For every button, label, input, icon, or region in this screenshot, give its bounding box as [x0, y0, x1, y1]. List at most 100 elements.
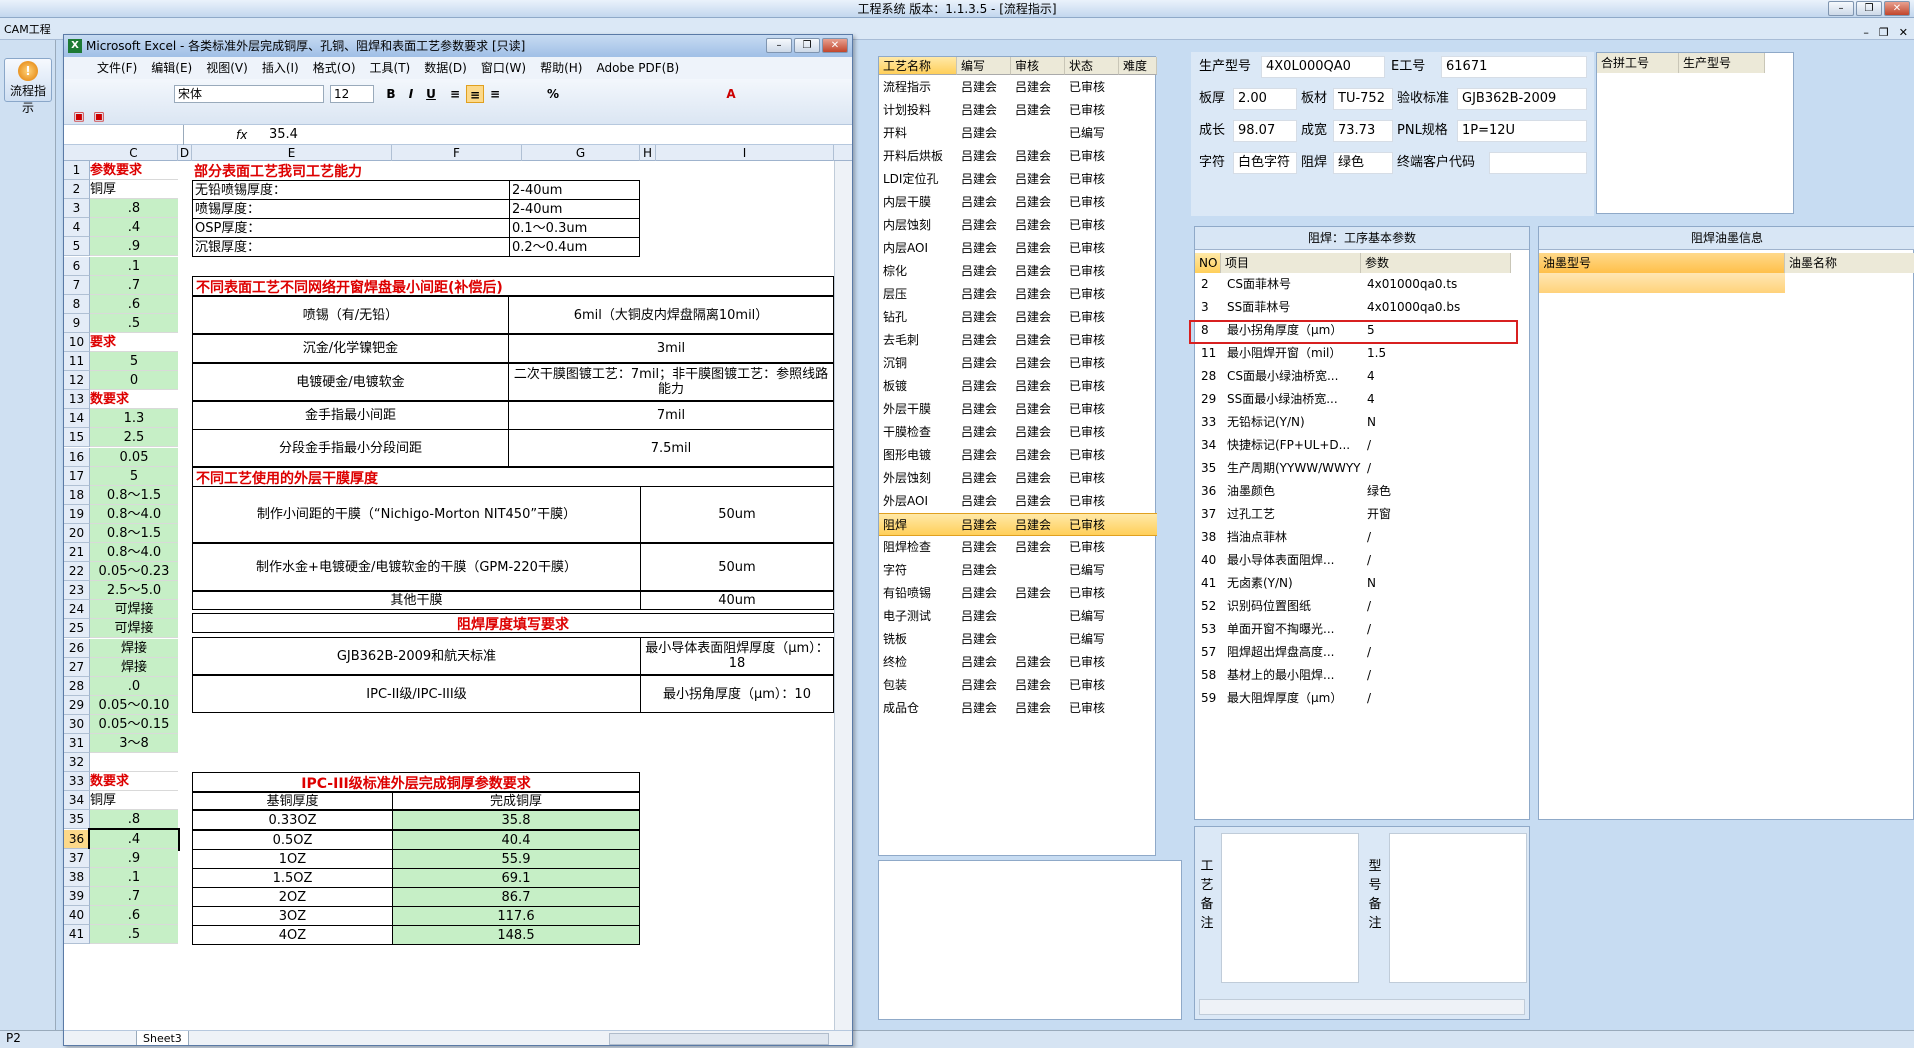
table-cell[interactable]: 86.7 [392, 887, 640, 907]
cell-c[interactable]: 3～8 [90, 734, 178, 753]
row-header[interactable]: 1 [64, 161, 90, 180]
column-header[interactable]: H [640, 145, 656, 161]
process-row[interactable]: 阻焊 吕建会 吕建会 已审核 [879, 513, 1157, 536]
row-header[interactable]: 37 [64, 849, 90, 868]
excel-menu-item[interactable]: 文件(F) [90, 57, 144, 79]
table-cell[interactable]: OSP厚度： [192, 218, 510, 238]
row-header[interactable]: 30 [64, 715, 90, 734]
row-header[interactable]: 12 [64, 371, 90, 390]
table-cell[interactable]: 基铜厚度 [192, 792, 393, 810]
sheet-tab[interactable]: Sheet3 [136, 1031, 189, 1045]
cell-c[interactable]: 焊接 [90, 639, 178, 658]
field-thickness[interactable]: 2.00 [1233, 88, 1297, 110]
bold-button[interactable]: B [382, 85, 400, 103]
table-cell[interactable]: 1OZ [192, 849, 393, 869]
column-header[interactable]: I [656, 145, 834, 161]
cell-c[interactable]: 2.5 [90, 428, 178, 447]
cell-c[interactable]: 5 [90, 467, 178, 486]
row-header[interactable]: 19 [64, 505, 90, 524]
cell-c[interactable]: .1 [90, 257, 178, 276]
cell-c[interactable]: 可焊接 [90, 600, 178, 619]
process-row[interactable]: 外层干膜 吕建会 吕建会 已审核 [879, 398, 1157, 421]
excel-menu-item[interactable]: 工具(T) [363, 57, 418, 79]
row-header[interactable]: 41 [64, 925, 90, 944]
excel-menu-item[interactable]: 帮助(H) [533, 57, 589, 79]
process-header[interactable]: 工艺名称 [879, 57, 957, 75]
mdi-close-icon[interactable]: ✕ [1899, 26, 1908, 39]
row-header[interactable]: 38 [64, 868, 90, 887]
row-header[interactable]: 22 [64, 562, 90, 581]
table-cell[interactable]: 2OZ [192, 887, 393, 907]
table-cell[interactable]: 最小拐角厚度（μm）：10 [640, 675, 834, 713]
process-row[interactable]: 流程指示 吕建会 吕建会 已审核 [879, 76, 1157, 99]
params-row[interactable]: 2 CS面菲林号 4x01000qa0.ts [1195, 273, 1513, 296]
align-right-icon[interactable]: ≡ [486, 85, 504, 103]
params-row[interactable]: 37 过孔工艺 开窗 [1195, 503, 1513, 526]
table-cell[interactable]: 完成铜厚 [392, 792, 640, 810]
params-row[interactable]: 40 最小导体表面阻焊... / [1195, 549, 1513, 572]
process-row[interactable]: 板镀 吕建会 吕建会 已审核 [879, 375, 1157, 398]
table-cell[interactable]: 148.5 [392, 925, 640, 945]
row-header[interactable]: 21 [64, 543, 90, 562]
process-row[interactable]: 终检 吕建会 吕建会 已审核 [879, 651, 1157, 674]
row-header[interactable]: 28 [64, 677, 90, 696]
row-header[interactable]: 11 [64, 352, 90, 371]
table-cell[interactable]: 50um [640, 543, 834, 591]
field-customer[interactable] [1489, 152, 1587, 174]
params-header-cell[interactable]: 项目 [1221, 253, 1361, 273]
column-header[interactable]: C [90, 145, 178, 161]
process-header[interactable]: 难度 [1119, 57, 1157, 75]
process-row[interactable]: 成品仓 吕建会 吕建会 已审核 [879, 697, 1157, 720]
cell-c[interactable]: 5 [90, 352, 178, 371]
process-header[interactable]: 审核 [1011, 57, 1065, 75]
excel-menu-item[interactable]: 格式(O) [306, 57, 363, 79]
excel-restore-button[interactable]: ❐ [794, 38, 820, 53]
ink-row[interactable] [1539, 273, 1785, 293]
field-pnl[interactable]: 1P=12U [1457, 120, 1587, 142]
table-cell[interactable]: 1.5OZ [192, 868, 393, 888]
table-cell[interactable]: 3mil [508, 334, 834, 363]
table-cell[interactable]: 2-40um [509, 180, 640, 200]
table-cell[interactable]: 制作小间距的干膜（“Nichigo-Morton NIT450”干膜） [192, 486, 641, 543]
process-row[interactable]: 图形电镀 吕建会 吕建会 已审核 [879, 444, 1157, 467]
vertical-scrollbar[interactable] [834, 161, 852, 1030]
cell-c[interactable]: .4 [88, 828, 180, 851]
params-row[interactable]: 28 CS面最小绿油桥宽... 4 [1195, 365, 1513, 388]
params-row[interactable]: 53 单面开窗不掏曝光... / [1195, 618, 1513, 641]
process-row[interactable]: 去毛刺 吕建会 吕建会 已审核 [879, 329, 1157, 352]
row-header[interactable]: 39 [64, 887, 90, 906]
table-cell[interactable]: 69.1 [392, 868, 640, 888]
params-row[interactable]: 34 快捷标记(FP+UL+D... / [1195, 434, 1513, 457]
row-header[interactable]: 17 [64, 467, 90, 486]
cell-c[interactable]: 0.05～0.15 [90, 715, 178, 734]
cell-c[interactable]: 0.05 [90, 448, 178, 467]
params-row[interactable]: 11 最小阻焊开窗（mil） 1.5 [1195, 342, 1513, 365]
cell-c[interactable]: 焊接 [90, 658, 178, 677]
percent-icon[interactable]: % [544, 85, 562, 103]
restore-button[interactable]: ❐ [1856, 1, 1882, 16]
table-cell[interactable]: 6mil（大铜皮内焊盘隔离10mil） [508, 296, 834, 334]
row-header[interactable]: 14 [64, 409, 90, 428]
process-row[interactable]: 内层干膜 吕建会 吕建会 已审核 [879, 191, 1157, 214]
excel-menu-item[interactable]: 插入(I) [255, 57, 306, 79]
params-row[interactable]: 38 挡油点菲林 / [1195, 526, 1513, 549]
cell-c[interactable]: 铜厚 [90, 180, 178, 199]
params-row[interactable]: 3 SS面菲林号 4x01000qa0.bs [1195, 296, 1513, 319]
row-header[interactable]: 13 [64, 390, 90, 409]
font-name-select[interactable]: 宋体 [174, 85, 324, 103]
cell-c[interactable]: .6 [90, 906, 178, 925]
cell-c[interactable]: .5 [90, 925, 178, 944]
formula-value[interactable]: 35.4 [269, 125, 298, 145]
field-e-number[interactable]: 61671 [1441, 56, 1587, 78]
mdi-minimize-icon[interactable]: – [1863, 26, 1869, 39]
cell-c[interactable]: .7 [90, 276, 178, 295]
table-cell[interactable]: GJB362B-2009和航天标准 [192, 637, 641, 675]
sheet-grid[interactable]: 1 参数要求 2 铜厚 3.8 4.4 5.9 6.1 7.7 8.6 9.5 10 要求 11 5 12 0 1… [64, 161, 834, 1030]
field-mask[interactable]: 绿色 [1333, 152, 1393, 174]
params-row[interactable]: 41 无卤素(Y/N) N [1195, 572, 1513, 595]
cell-c[interactable]: .7 [90, 887, 178, 906]
cell-c[interactable]: 参数要求 [90, 161, 178, 180]
row-header[interactable]: 27 [64, 658, 90, 677]
cell-c[interactable]: 2.5～5.0 [90, 581, 178, 600]
cell-c[interactable]: 0.8～4.0 [90, 505, 178, 524]
